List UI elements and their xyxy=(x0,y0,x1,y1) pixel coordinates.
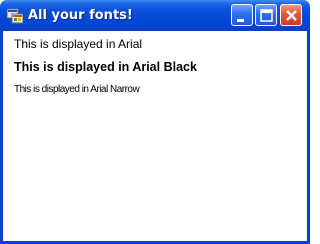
client-area: This is displayed in Arial This is displ… xyxy=(3,31,307,241)
maximize-button[interactable] xyxy=(255,4,277,26)
close-icon xyxy=(286,10,297,21)
title-bar[interactable]: All your fonts! xyxy=(0,0,310,31)
minimize-icon xyxy=(237,19,244,22)
window-title: All your fonts! xyxy=(28,8,133,23)
app-window-icon[interactable] xyxy=(6,8,24,24)
minimize-button[interactable] xyxy=(231,4,253,26)
label-arial-black: This is displayed in Arial Black xyxy=(14,60,197,74)
label-arial: This is displayed in Arial xyxy=(14,37,143,51)
close-button[interactable] xyxy=(280,4,302,26)
label-arial-narrow: This is displayed in Arial Narrow xyxy=(14,84,140,95)
maximize-icon xyxy=(260,9,273,22)
app-window: All your fonts! This is displayed in Ari… xyxy=(0,0,310,244)
